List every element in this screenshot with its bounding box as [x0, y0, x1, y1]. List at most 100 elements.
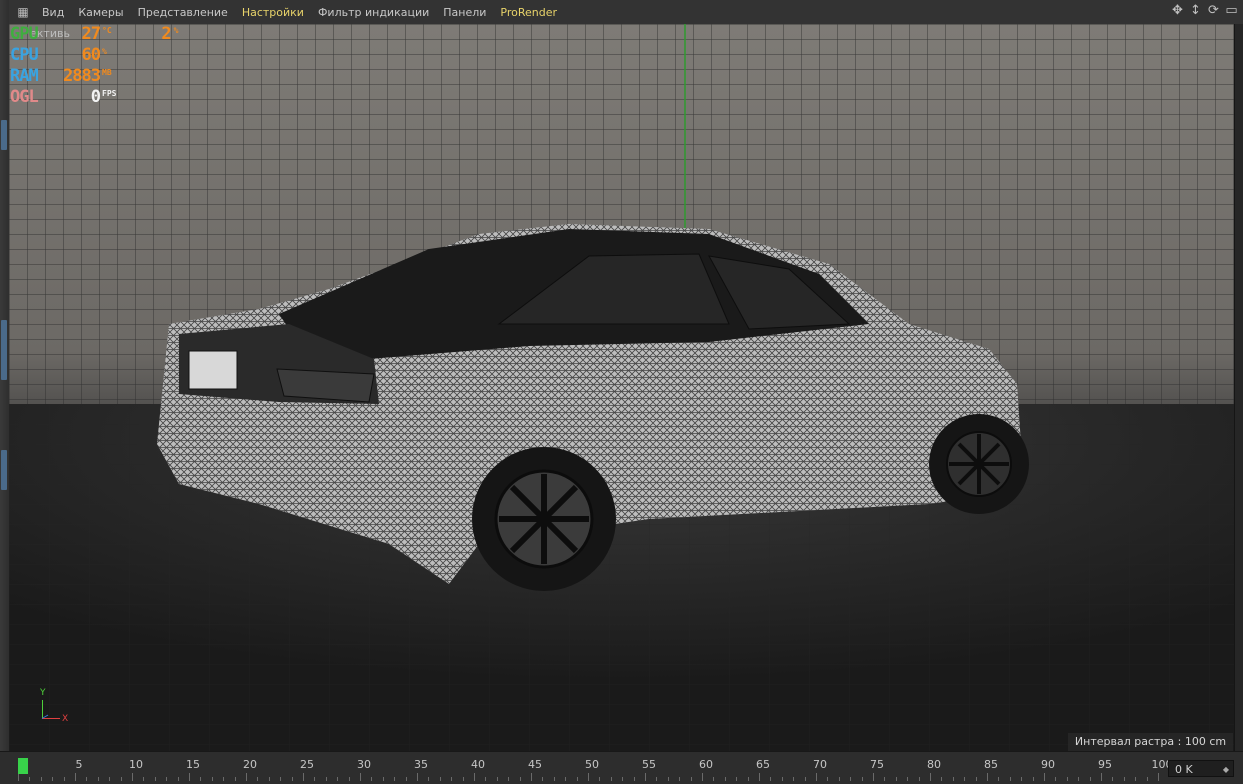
menu-options[interactable]: Настройки [235, 6, 311, 19]
timeline-tick-label: 5 [75, 758, 83, 771]
timeline-tick [1021, 777, 1023, 781]
axis-y-line [42, 700, 43, 718]
timeline-tick [998, 777, 1000, 781]
timeline-tick [610, 777, 612, 781]
timeline-tick [428, 777, 430, 781]
timeline[interactable]: 0510152025303540455055606570758085909510… [0, 751, 1243, 784]
frame-spinner-icon[interactable]: ◆ [1223, 761, 1229, 778]
timeline-tick [200, 777, 202, 781]
menu-filter[interactable]: Фильтр индикации [311, 6, 436, 19]
toolbar-handle[interactable] [1, 320, 7, 380]
timeline-tick [223, 777, 225, 781]
timeline-tick [485, 777, 487, 781]
timeline-tick [268, 777, 270, 781]
current-frame-field[interactable]: 0 K ◆ [1168, 760, 1234, 777]
current-frame-value: 0 K [1175, 763, 1193, 776]
timeline-tick [1135, 777, 1137, 781]
timeline-tick [724, 777, 726, 781]
menu-panels[interactable]: Панели [436, 6, 493, 19]
hud-gpu-row: GPU 27 °C 2 % [10, 24, 178, 45]
timeline-tick [576, 777, 578, 781]
timeline-tick [1032, 777, 1034, 781]
timeline-tick [895, 777, 897, 781]
hud-ogl-label: OGL [10, 87, 39, 107]
timeline-tick [1146, 777, 1148, 781]
timeline-tick-label: 95 [1098, 758, 1112, 771]
timeline-tick [861, 777, 863, 781]
timeline-tick [519, 777, 521, 781]
timeline-tick [462, 777, 464, 781]
timeline-tick-label: 35 [414, 758, 428, 771]
timeline-tick [417, 773, 418, 781]
timeline-tick [109, 777, 111, 781]
menu-view[interactable]: Вид [35, 6, 71, 19]
rotate-view-icon[interactable]: ⟳ [1206, 3, 1221, 19]
hud-ogl-unit: FPS [102, 89, 117, 98]
toolbar-handle[interactable] [1, 450, 7, 490]
timeline-tick [371, 777, 373, 781]
toggle-layout-icon[interactable]: ▭ [1224, 3, 1239, 19]
timeline-tick [827, 777, 829, 781]
viewport-scene [9, 24, 1235, 751]
timeline-tick-label: 60 [699, 758, 713, 771]
timeline-tick [1101, 773, 1102, 781]
timeline-tick [166, 777, 168, 781]
timeline-tick [804, 777, 806, 781]
timeline-playhead[interactable] [18, 758, 28, 774]
menu-display[interactable]: Представление [131, 6, 235, 19]
timeline-tick [382, 777, 384, 781]
timeline-tick [86, 777, 88, 781]
timeline-tick [75, 773, 76, 781]
timeline-tick [588, 773, 589, 781]
timeline-tick [873, 773, 874, 781]
timeline-tick-label: 30 [357, 758, 371, 771]
3d-viewport[interactable] [9, 24, 1235, 751]
timeline-tick-label: 45 [528, 758, 542, 771]
timeline-tick [633, 777, 635, 781]
timeline-tick [1089, 777, 1091, 781]
axis-x-line [42, 718, 60, 719]
timeline-tick [177, 777, 179, 781]
dolly-view-icon[interactable]: ↕ [1188, 3, 1203, 19]
hud-cpu-label: CPU [10, 45, 39, 65]
timeline-tick [907, 777, 909, 781]
timeline-tick-label: 50 [585, 758, 599, 771]
timeline-tick [303, 773, 304, 781]
viewport-menu-icon[interactable]: ▦ [15, 4, 31, 20]
timeline-tick [884, 777, 886, 781]
toolbar-handle[interactable] [1, 120, 7, 150]
timeline-tick-label: 75 [870, 758, 884, 771]
timeline-tick [622, 777, 624, 781]
timeline-tick-label: 85 [984, 758, 998, 771]
timeline-tick [291, 777, 293, 781]
timeline-tick [18, 773, 19, 781]
timeline-tick [143, 777, 145, 781]
timeline-tick [770, 777, 772, 781]
menu-prorender[interactable]: ProRender [493, 6, 564, 19]
timeline-tick [747, 777, 749, 781]
axis-gizmo: Y X [38, 688, 78, 728]
timeline-tick [496, 777, 498, 781]
timeline-tick [1066, 777, 1068, 781]
timeline-tick [360, 773, 361, 781]
timeline-tick [838, 777, 840, 781]
axis-x-label: X [62, 714, 69, 724]
timeline-tick [781, 777, 783, 781]
timeline-tick [987, 773, 988, 781]
timeline-tick [132, 773, 133, 781]
menu-cameras[interactable]: Камеры [71, 6, 130, 19]
timeline-tick [246, 773, 247, 781]
viewport-menubar: ▦ Вид Камеры Представление Настройки Фил… [9, 0, 1243, 25]
timeline-tick [211, 777, 213, 781]
timeline-tick-label: 40 [471, 758, 485, 771]
timeline-tick [1009, 777, 1011, 781]
timeline-tick [97, 777, 99, 781]
timeline-tick [1112, 777, 1114, 781]
move-view-icon[interactable]: ✥ [1170, 3, 1185, 19]
timeline-tick [679, 777, 681, 781]
timeline-tick [690, 777, 692, 781]
timeline-tick [975, 777, 977, 781]
timeline-tick [1044, 773, 1045, 781]
timeline-tick [280, 777, 282, 781]
timeline-ruler[interactable]: 0510152025303540455055606570758085909510… [18, 755, 1173, 783]
